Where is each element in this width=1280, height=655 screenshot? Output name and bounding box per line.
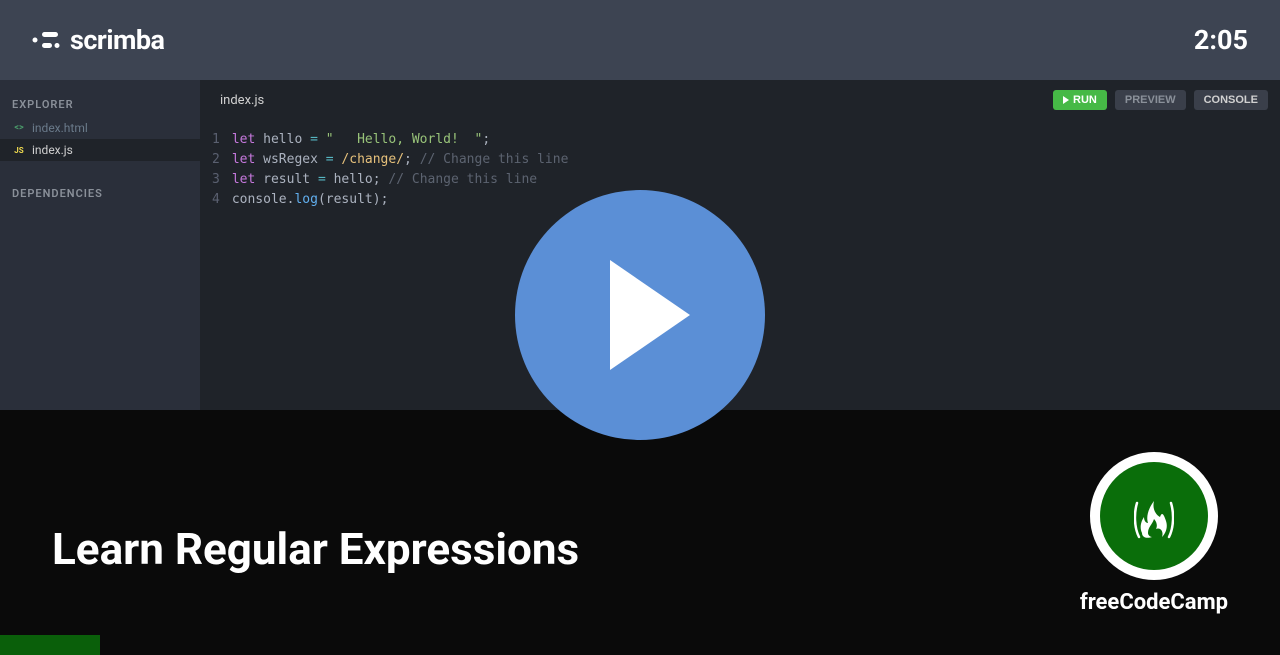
console-button[interactable]: CONSOLE xyxy=(1194,90,1268,110)
editor-tabs: index.js RUN PREVIEW CONSOLE xyxy=(200,80,1280,120)
code-line: let hello = " Hello, World! "; xyxy=(232,130,569,150)
scrimba-logo-icon xyxy=(32,30,60,50)
file-name: index.html xyxy=(32,121,88,135)
file-name: index.js xyxy=(32,143,73,157)
line-number: 2 xyxy=(212,150,220,170)
timestamp: 2:05 xyxy=(1194,24,1248,56)
logo[interactable]: scrimba xyxy=(32,24,165,56)
run-label: RUN xyxy=(1073,94,1097,106)
play-button-overlay[interactable] xyxy=(515,190,765,440)
sidebar: EXPLORER <> index.html JS index.js DEPEN… xyxy=(0,80,200,410)
tab-filename[interactable]: index.js xyxy=(212,89,272,112)
code-line: let result = hello; // Change this line xyxy=(232,170,569,190)
line-number: 1 xyxy=(212,130,220,150)
flame-icon xyxy=(1134,491,1174,541)
title-overlay: Learn Regular Expressions xyxy=(52,523,579,575)
course-title: Learn Regular Expressions xyxy=(52,523,579,575)
provider-name: freeCodeCamp xyxy=(1080,590,1228,615)
freecodecamp-badge[interactable]: freeCodeCamp xyxy=(1080,452,1228,615)
code-line: console.log(result); xyxy=(232,190,569,210)
file-item-html[interactable]: <> index.html xyxy=(0,117,200,139)
dependencies-heading: DEPENDENCIES xyxy=(0,181,200,206)
progress-bar[interactable] xyxy=(0,635,100,655)
line-number: 4 xyxy=(212,190,220,210)
fcc-inner xyxy=(1100,462,1208,570)
header: scrimba 2:05 xyxy=(0,0,1280,80)
fcc-circle xyxy=(1090,452,1218,580)
logo-text: scrimba xyxy=(70,24,165,56)
code-content: let hello = " Hello, World! ";let wsRege… xyxy=(232,120,569,220)
code-line: let wsRegex = /change/; // Change this l… xyxy=(232,150,569,170)
code-area[interactable]: 1234 let hello = " Hello, World! ";let w… xyxy=(200,120,1280,220)
play-icon xyxy=(1063,96,1069,104)
editor-actions: RUN PREVIEW CONSOLE xyxy=(1053,90,1268,110)
js-file-icon: JS xyxy=(12,143,26,157)
html-file-icon: <> xyxy=(12,121,26,135)
line-number: 3 xyxy=(212,170,220,190)
file-item-js[interactable]: JS index.js xyxy=(0,139,200,161)
line-numbers: 1234 xyxy=(212,120,232,220)
preview-button[interactable]: PREVIEW xyxy=(1115,90,1186,110)
play-icon xyxy=(610,260,690,370)
explorer-heading: EXPLORER xyxy=(0,92,200,117)
run-button[interactable]: RUN xyxy=(1053,90,1107,110)
